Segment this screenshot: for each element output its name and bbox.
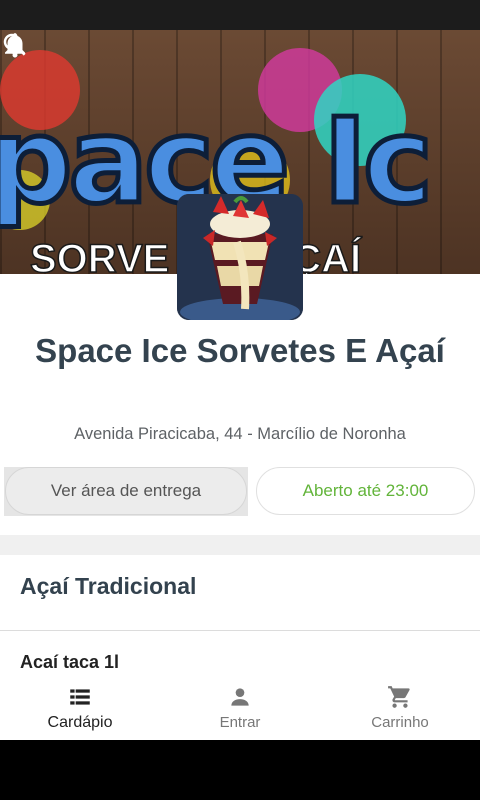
nav-label-cart: Carrinho — [371, 714, 429, 731]
menu-item-title[interactable]: Acaí taca 1l — [20, 652, 119, 673]
nav-item-login[interactable]: Entrar — [160, 676, 320, 740]
cart-icon — [388, 686, 410, 708]
open-hours-badge[interactable]: Aberto até 23:00 — [256, 467, 475, 515]
system-nav-bar — [0, 740, 480, 800]
section-separator — [0, 535, 480, 555]
view-delivery-area-button[interactable]: Ver área de entrega — [5, 467, 247, 515]
bottom-navigation: Cardápio Entrar Carrinho — [0, 676, 480, 740]
menu-section-title: Açaí Tradicional — [20, 573, 197, 599]
person-icon — [231, 688, 249, 706]
store-logo-image — [177, 194, 303, 320]
list-icon — [70, 689, 90, 705]
acai-cup-illustration — [177, 194, 303, 320]
nav-label-login: Entrar — [219, 714, 261, 731]
store-name: Space Ice Sorvetes E Açaí — [35, 332, 445, 369]
store-address: Avenida Piracicaba, 44 - Marcílio de Nor… — [74, 425, 406, 443]
more-vert-icon[interactable] — [0, 30, 30, 60]
section-divider — [0, 630, 480, 631]
nav-item-menu[interactable]: Cardápio — [0, 676, 160, 740]
nav-label-menu: Cardápio — [47, 714, 113, 731]
app-screen: pace Ic SORVE & AÇAÍ — [0, 30, 480, 740]
nav-item-cart[interactable]: Carrinho — [320, 676, 480, 740]
status-bar — [0, 0, 480, 30]
